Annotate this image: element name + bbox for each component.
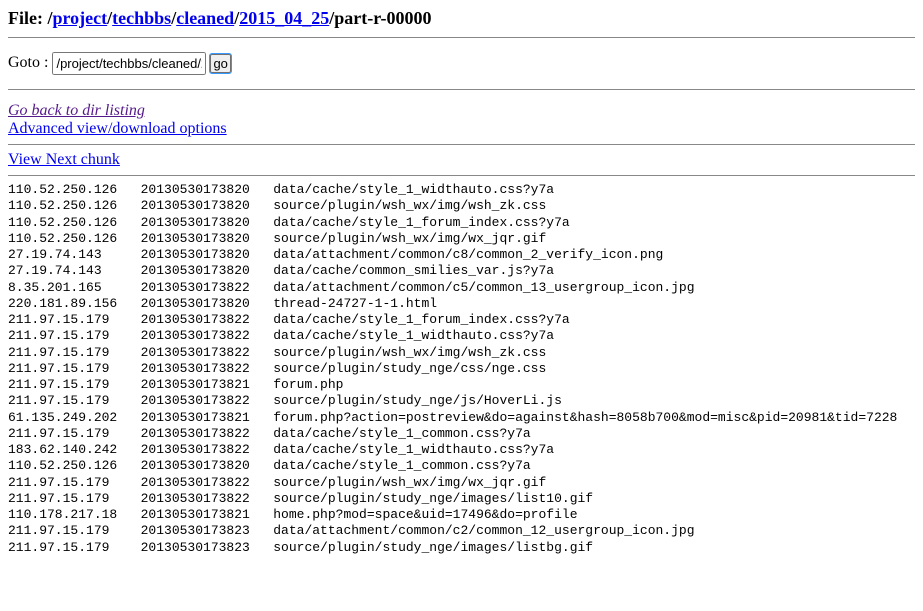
- divider: [8, 175, 915, 176]
- divider: [8, 37, 915, 38]
- breadcrumb-link[interactable]: project: [53, 8, 108, 28]
- file-label: File:: [8, 8, 47, 28]
- page-title: File: /project/techbbs/cleaned/2015_04_2…: [8, 8, 915, 29]
- go-button[interactable]: go: [210, 54, 230, 73]
- breadcrumb: /project/techbbs/cleaned/2015_04_25/part…: [47, 8, 431, 28]
- divider: [8, 89, 915, 90]
- breadcrumb-tail: part-r-00000: [334, 8, 431, 28]
- breadcrumb-link[interactable]: techbbs: [112, 8, 171, 28]
- file-content: 110.52.250.126 20130530173820 data/cache…: [8, 182, 915, 556]
- goto-input[interactable]: [52, 52, 206, 75]
- divider: [8, 144, 915, 145]
- breadcrumb-link[interactable]: 2015_04_25: [239, 8, 329, 28]
- goto-form: Goto : go: [8, 52, 915, 75]
- breadcrumb-link[interactable]: cleaned: [176, 8, 234, 28]
- advanced-view-link[interactable]: Advanced view/download options: [8, 120, 227, 137]
- goto-label: Goto :: [8, 54, 52, 71]
- view-next-chunk-link[interactable]: View Next chunk: [8, 151, 120, 168]
- go-back-link[interactable]: Go back to dir listing: [8, 102, 145, 119]
